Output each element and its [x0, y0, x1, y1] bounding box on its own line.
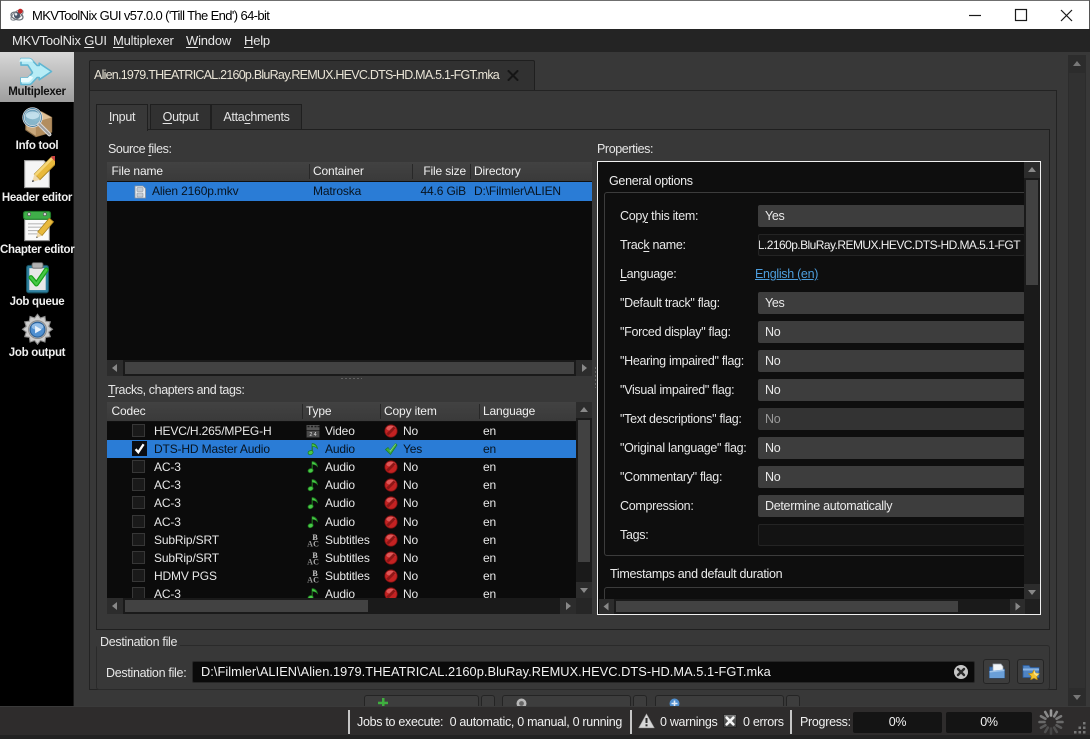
- svg-text:C: C: [313, 557, 319, 565]
- svg-text:C: C: [313, 575, 319, 583]
- svg-text:C: C: [313, 539, 319, 547]
- svg-text:2 4: 2 4: [309, 432, 316, 438]
